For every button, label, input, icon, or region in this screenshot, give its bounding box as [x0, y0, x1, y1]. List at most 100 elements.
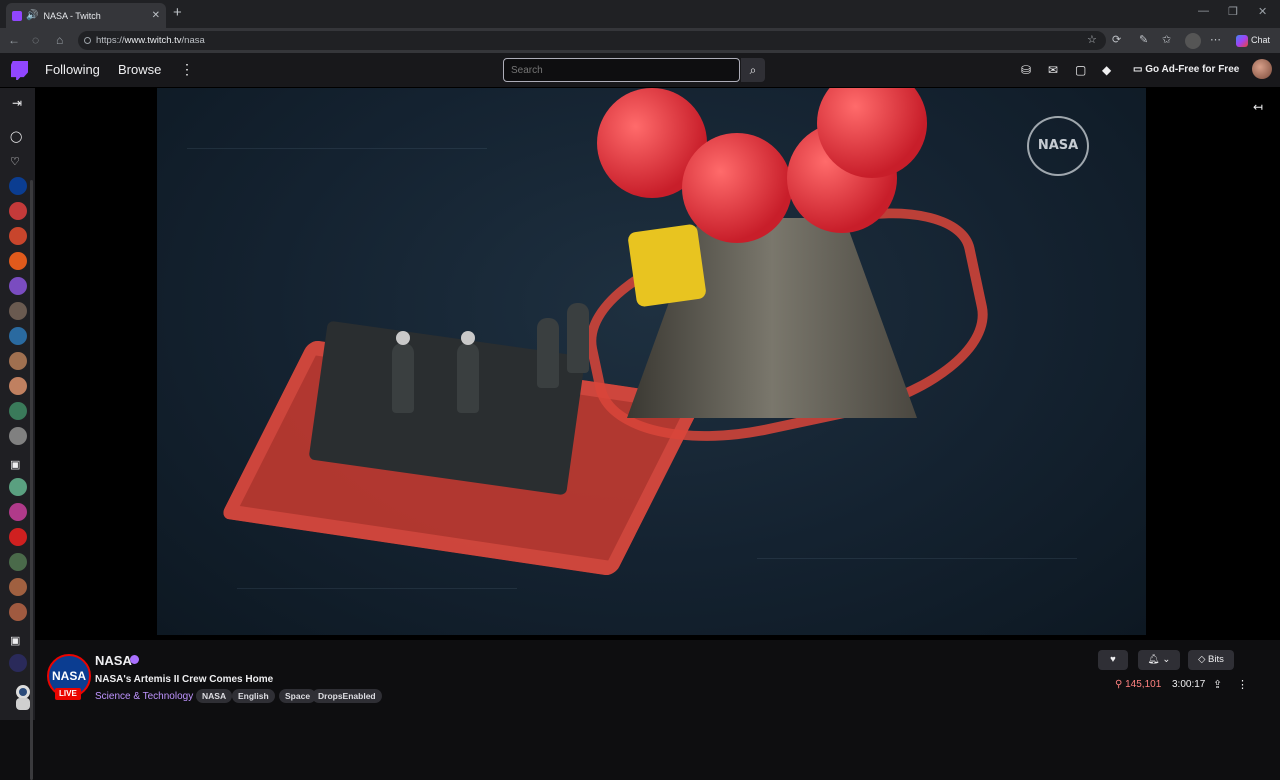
viewer-count-value: 145,101	[1125, 679, 1162, 690]
favorite-star-icon[interactable]: ☆	[1087, 33, 1097, 46]
crew-helmet	[396, 331, 410, 345]
channel-avatar[interactable]	[9, 177, 27, 195]
follow-heart-button[interactable]: ♥	[1098, 650, 1128, 670]
whispers-icon[interactable]: ▢	[1075, 63, 1086, 77]
left-sidebar: ⇥ ◯ ♡ ▣ ▣	[0, 88, 35, 780]
window-close-icon[interactable]: ✕	[1258, 5, 1267, 18]
channel-avatar[interactable]	[9, 427, 27, 445]
tv-icon: ▭	[1133, 64, 1146, 75]
more-menu-icon[interactable]: ⋯	[1210, 33, 1221, 46]
url-prefix: https://	[96, 35, 125, 46]
crew-helmet	[461, 331, 475, 345]
search-button[interactable]: ⌕	[741, 58, 765, 82]
yellow-bag	[627, 223, 707, 308]
tag-space[interactable]: Space	[279, 689, 317, 703]
extensions-icon[interactable]: ⟳	[1112, 33, 1121, 46]
channel-avatar[interactable]	[9, 202, 27, 220]
share-icon[interactable]: ⇪	[1213, 678, 1222, 691]
twitch-logo-icon[interactable]	[11, 61, 28, 80]
uprighting-balloon	[682, 133, 792, 243]
channel-avatar[interactable]	[9, 528, 27, 546]
site-info-icon[interactable]	[84, 37, 91, 44]
live-badge: LIVE	[55, 688, 81, 700]
expand-sidebar-icon[interactable]: ⇥	[12, 96, 22, 110]
tag-nasa[interactable]: NASA	[196, 689, 233, 703]
channel-info-bar: NASA LIVE NASA NASA's Artemis II Crew Co…	[35, 640, 1280, 720]
nasa-watermark: NASA	[1027, 116, 1089, 176]
channel-avatar[interactable]	[9, 402, 27, 420]
channel-avatar[interactable]	[9, 277, 27, 295]
chat-label: Chat	[1251, 35, 1271, 45]
channel-avatar[interactable]	[9, 503, 27, 521]
bits-icon[interactable]: ◆	[1102, 63, 1111, 77]
copilot-chat-button[interactable]: Chat	[1232, 32, 1274, 49]
restore-icon[interactable]: ❐	[1228, 5, 1238, 18]
video-player[interactable]: NASA ↤	[35, 88, 1280, 640]
water-ripple	[187, 148, 487, 149]
bits-label: Bits	[1208, 654, 1224, 665]
minimize-icon[interactable]: —	[1198, 5, 1209, 17]
browser-profile-avatar[interactable]	[1185, 33, 1201, 49]
crew-member	[537, 318, 559, 388]
channel-avatar[interactable]	[9, 302, 27, 320]
address-bar-row: ← ◌ ⌂ https://www.twitch.tv/nasa ☆ ⟳ ✎ ✩…	[0, 28, 1280, 53]
channel-avatar[interactable]	[9, 578, 27, 596]
stream-uptime: 3:00:17	[1172, 679, 1206, 690]
home-icon[interactable]: ⌂	[56, 33, 63, 47]
reload-spinner-icon[interactable]: ◌	[32, 33, 39, 47]
category-link[interactable]: Science & Technology	[95, 691, 193, 702]
channel-avatar[interactable]	[9, 654, 27, 672]
notifications-button[interactable]: 🔔︎ ⌄	[1138, 650, 1180, 670]
bits-icon: ◇	[1198, 654, 1209, 665]
channel-avatar[interactable]	[9, 603, 27, 621]
user-avatar[interactable]	[1252, 59, 1272, 79]
channel-avatar[interactable]	[9, 377, 27, 395]
close-tab-icon[interactable]: ✕	[152, 10, 160, 21]
bits-button[interactable]: ◇ Bits	[1188, 650, 1234, 670]
video-icon[interactable]: ▣	[10, 634, 20, 647]
collapse-chat-icon[interactable]: ↤	[1253, 100, 1263, 114]
back-icon[interactable]: ←	[8, 33, 20, 47]
new-tab-icon[interactable]: +	[173, 4, 182, 21]
channel-avatar[interactable]	[9, 327, 27, 345]
stream-title: NASA's Artemis II Crew Comes Home	[95, 674, 274, 685]
browser-tab[interactable]: 🔊 NASA - Twitch ✕	[6, 3, 166, 28]
search-input[interactable]	[503, 58, 740, 82]
channel-name[interactable]: NASA	[95, 653, 132, 668]
video-frame[interactable]: NASA	[157, 88, 1146, 635]
channel-avatar[interactable]	[9, 227, 27, 245]
tab-title: NASA - Twitch	[43, 10, 101, 21]
browse-link[interactable]: Browse	[118, 62, 161, 77]
water-ripple	[237, 588, 517, 589]
copilot-icon	[1236, 34, 1248, 47]
tag-english[interactable]: English	[232, 689, 275, 703]
twitch-top-nav: Following Browse ⋮ ⌕ ⛁ ✉ ▢ ◆ ▭ Go Ad-Fre…	[0, 53, 1280, 88]
url-host: www.twitch.tv	[124, 35, 182, 46]
video-icon[interactable]: ▣	[10, 458, 20, 471]
url-path: /nasa	[181, 35, 205, 46]
tag-dropsenabled[interactable]: DropsEnabled	[312, 689, 382, 703]
channel-avatar[interactable]	[9, 352, 27, 370]
url-field[interactable]: https://www.twitch.tv/nasa	[78, 31, 1106, 50]
ad-free-label: Go Ad-Free for Free	[1145, 64, 1240, 75]
crew-member	[392, 343, 414, 413]
speaker-icon[interactable]: 🔊	[26, 10, 38, 21]
channel-avatar[interactable]	[9, 478, 27, 496]
viewer-icon: ⚲	[1115, 679, 1126, 690]
more-options-icon[interactable]: ⋮	[180, 61, 194, 78]
extension-icon[interactable]: ✎	[1139, 33, 1148, 46]
channel-avatar[interactable]	[9, 553, 27, 571]
twitch-favicon-icon	[12, 10, 22, 21]
verified-icon	[130, 655, 139, 664]
heart-icon[interactable]: ♡	[10, 155, 20, 168]
more-options-icon[interactable]: ⋮	[1237, 678, 1248, 691]
following-channels-icon[interactable]: ◯	[10, 130, 22, 143]
following-link[interactable]: Following	[45, 62, 100, 77]
inbox-icon[interactable]: ✉	[1048, 63, 1058, 77]
prime-loot-icon[interactable]: ⛁	[1021, 63, 1031, 77]
heart-icon: ♥	[1110, 654, 1116, 665]
astronaut-mascot-icon	[16, 685, 30, 710]
favorites-icon[interactable]: ✩	[1162, 33, 1171, 46]
channel-avatar[interactable]	[9, 252, 27, 270]
go-ad-free-button[interactable]: ▭ Go Ad-Free for Free	[1127, 59, 1245, 81]
